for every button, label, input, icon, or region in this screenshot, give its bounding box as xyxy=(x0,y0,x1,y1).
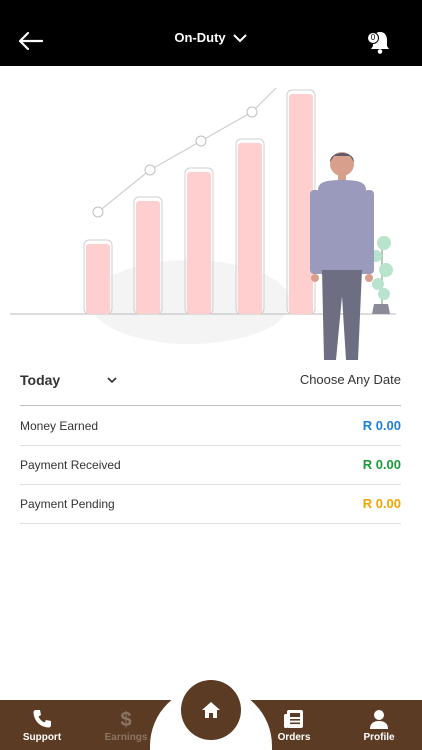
nav-support[interactable]: Support xyxy=(2,700,82,750)
chevron-down-icon xyxy=(107,377,117,384)
nav-earnings-label: Earnings xyxy=(104,732,148,743)
chevron-down-icon xyxy=(232,33,247,42)
dollar-icon: $ xyxy=(120,709,131,730)
money-earned-row: Money Earned R 0.00 xyxy=(20,407,401,446)
nav-earnings[interactable]: $ Earnings xyxy=(86,700,166,750)
top-bar: On-Duty 0 xyxy=(0,0,422,66)
person-icon xyxy=(370,710,388,729)
date-filter-row: Today Choose Any Date xyxy=(20,366,401,406)
duty-status-label: On-Duty xyxy=(174,30,226,45)
choose-date-link[interactable]: Choose Any Date xyxy=(300,372,401,387)
nav-profile[interactable]: Profile xyxy=(339,700,419,750)
svg-text:$: $ xyxy=(120,709,131,730)
duty-status-dropdown[interactable]: On-Duty xyxy=(0,30,422,45)
nav-support-label: Support xyxy=(22,732,62,743)
payment-received-value: R 0.00 xyxy=(362,457,401,472)
nav-profile-label: Profile xyxy=(363,732,395,743)
notification-badge: 0 xyxy=(367,32,379,44)
newspaper-icon xyxy=(284,710,303,728)
money-earned-value: R 0.00 xyxy=(362,418,401,433)
nav-orders[interactable]: Orders xyxy=(254,700,334,750)
home-button[interactable] xyxy=(181,680,241,740)
growth-illustration xyxy=(10,87,396,360)
money-earned-label: Money Earned xyxy=(20,419,99,433)
payment-received-label: Payment Received xyxy=(20,458,121,472)
payment-received-row: Payment Received R 0.00 xyxy=(20,446,401,485)
nav-orders-label: Orders xyxy=(277,732,311,743)
period-label: Today xyxy=(20,372,61,388)
payment-pending-row: Payment Pending R 0.00 xyxy=(20,485,401,524)
earnings-screen: On-Duty 0 Today Choose Any Date Money Ea… xyxy=(0,0,422,750)
payment-pending-value: R 0.00 xyxy=(362,496,401,511)
payment-pending-label: Payment Pending xyxy=(20,497,115,511)
phone-icon xyxy=(33,710,51,728)
home-icon xyxy=(202,702,220,718)
